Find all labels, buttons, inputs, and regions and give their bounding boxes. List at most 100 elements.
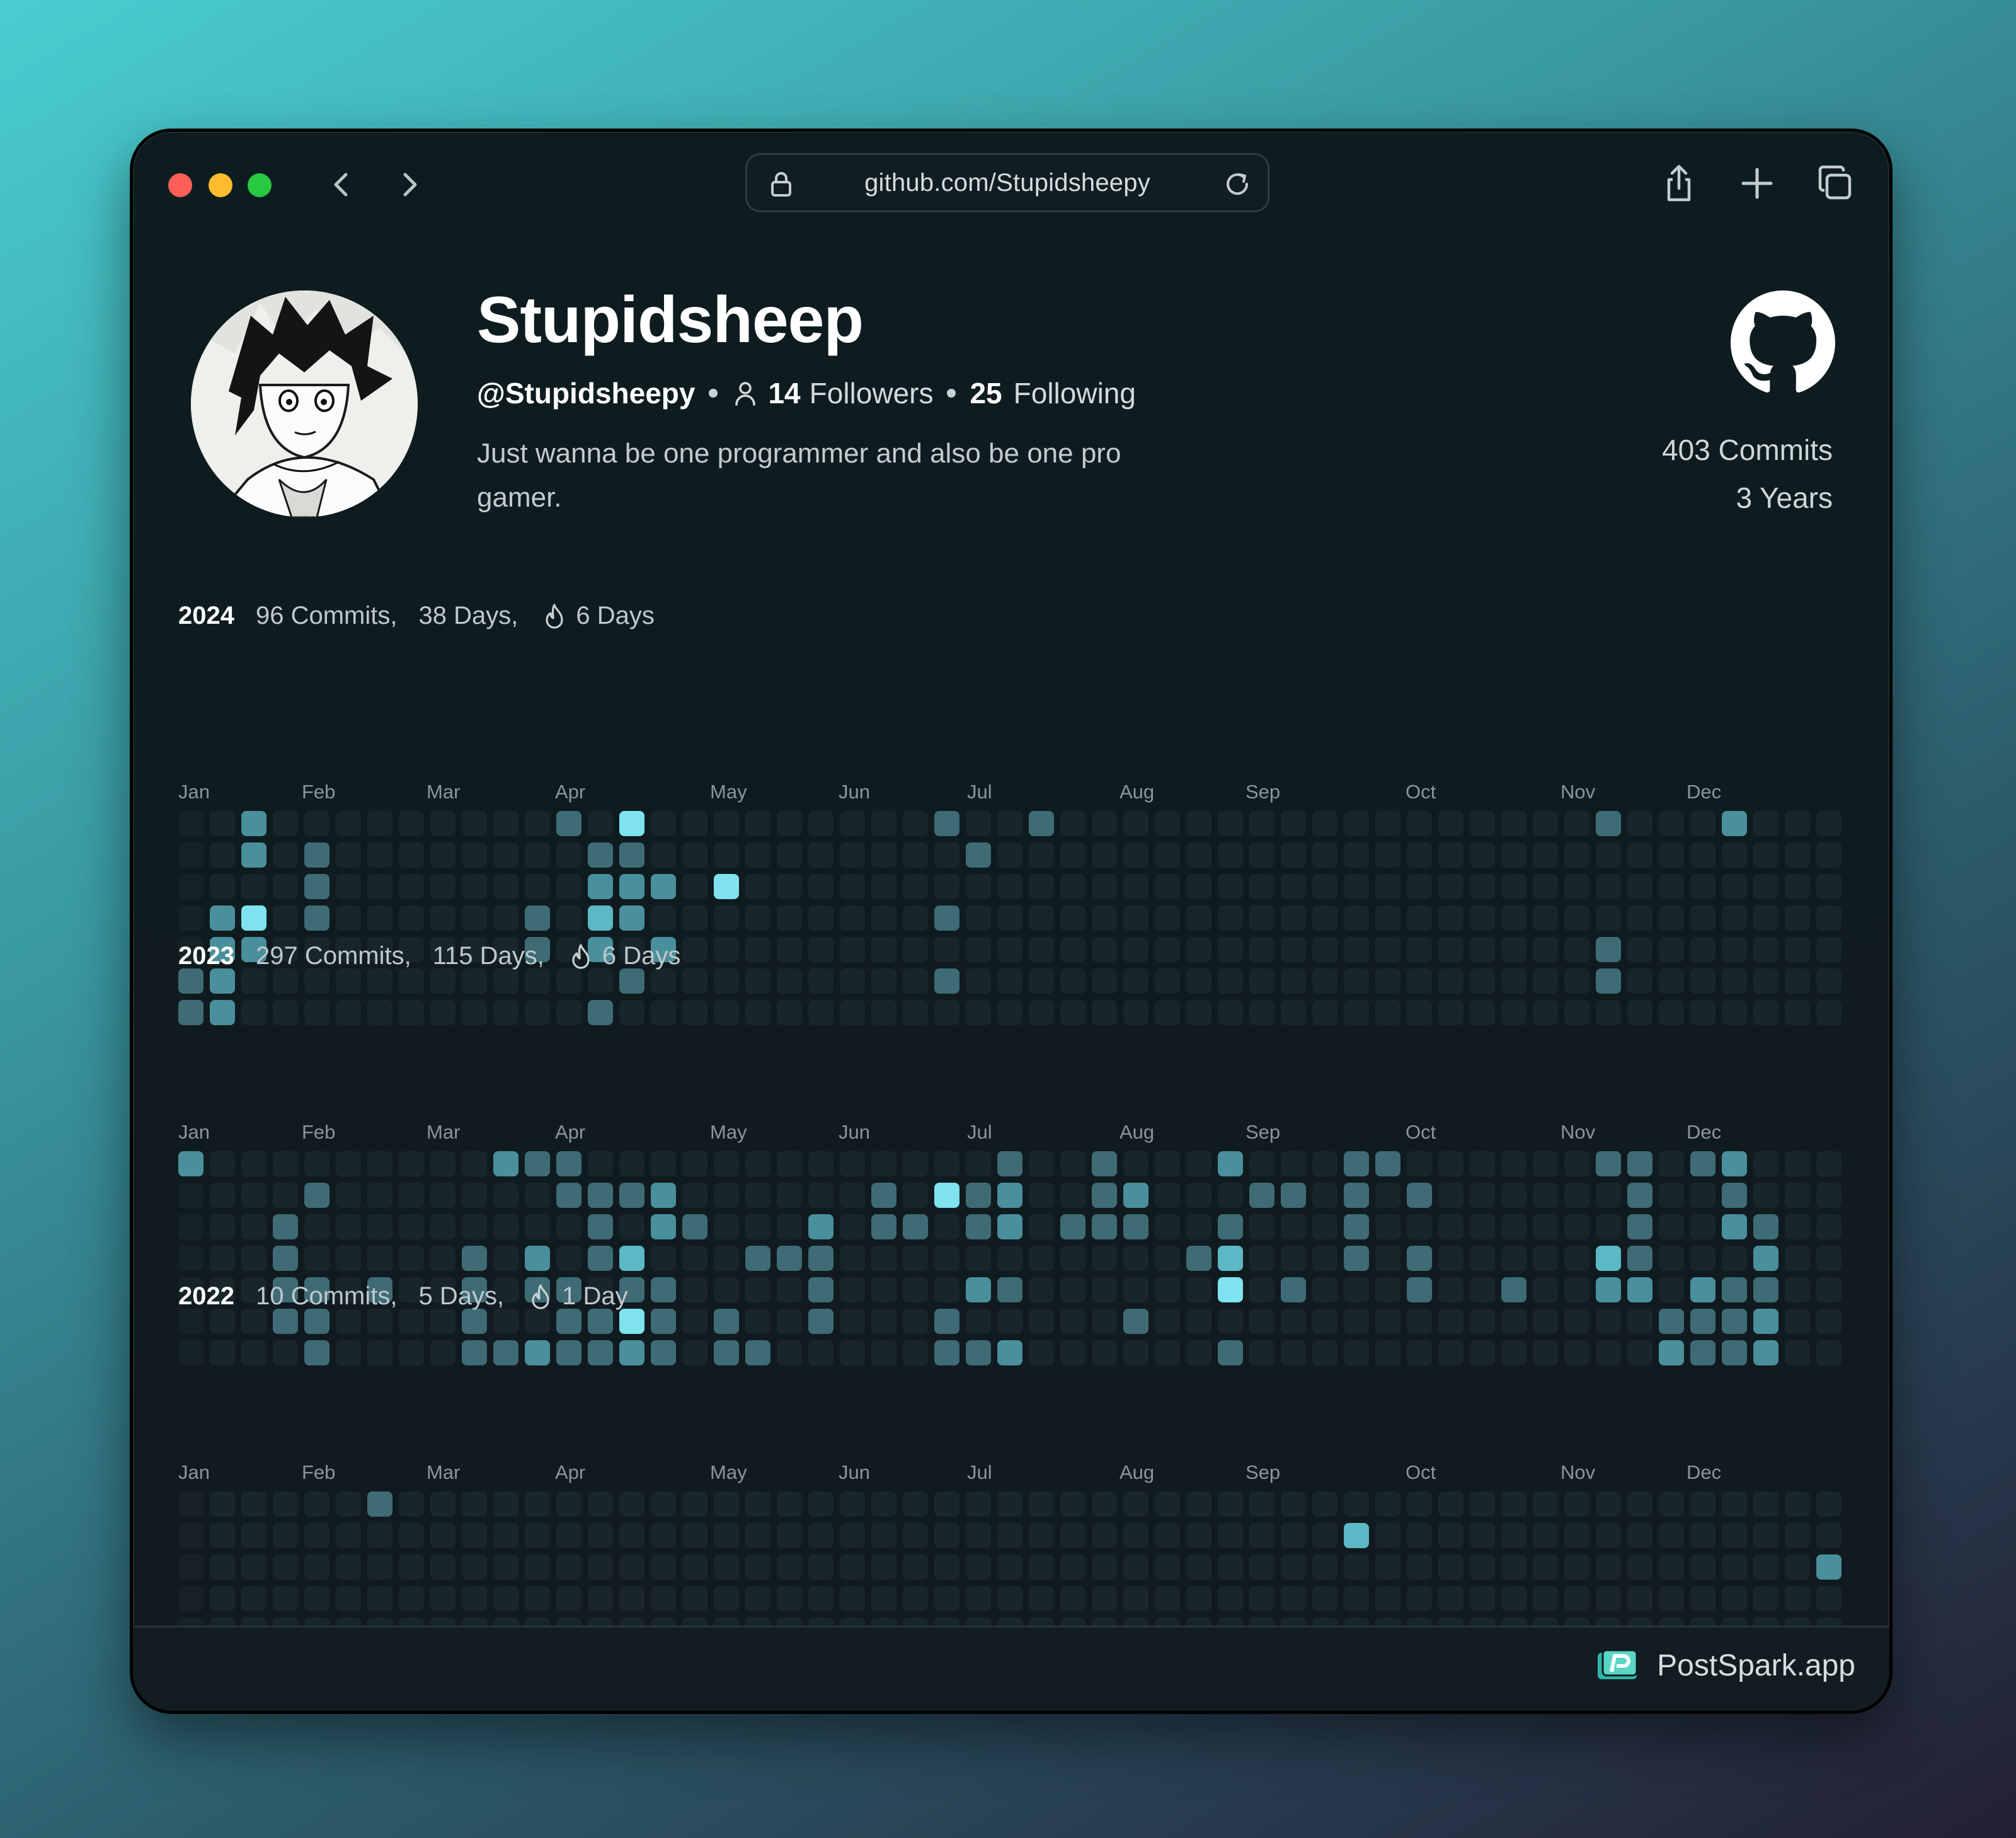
contribution-day[interactable] <box>556 968 581 994</box>
contribution-day[interactable] <box>1564 968 1589 994</box>
contribution-day[interactable] <box>1659 1277 1684 1302</box>
contribution-day[interactable] <box>1627 1523 1652 1548</box>
contribution-day[interactable] <box>1627 1183 1652 1208</box>
contribution-day[interactable] <box>1029 1183 1054 1208</box>
contribution-day[interactable] <box>1375 1183 1400 1208</box>
contribution-day[interactable] <box>997 1554 1022 1580</box>
contribution-day[interactable] <box>1123 1309 1148 1334</box>
contribution-day[interactable] <box>808 1586 833 1611</box>
contribution-day[interactable] <box>1060 1246 1085 1271</box>
contribution-day[interactable] <box>399 1586 424 1611</box>
contribution-day[interactable] <box>745 1309 770 1334</box>
contribution-day[interactable] <box>1407 1586 1432 1611</box>
contribution-day[interactable] <box>1533 1554 1558 1580</box>
contribution-day[interactable] <box>1564 937 1589 962</box>
contribution-day[interactable] <box>903 1000 928 1025</box>
contribution-day[interactable] <box>1281 1491 1306 1517</box>
contribution-day[interactable] <box>1281 1554 1306 1580</box>
contribution-day[interactable] <box>1123 1214 1148 1239</box>
contribution-day[interactable] <box>1659 1183 1684 1208</box>
contribution-day[interactable] <box>1155 1000 1180 1025</box>
contribution-day[interactable] <box>241 1000 266 1025</box>
contribution-day[interactable] <box>399 811 424 836</box>
contribution-day[interactable] <box>273 1183 298 1208</box>
contribution-day[interactable] <box>304 1554 329 1580</box>
contribution-day[interactable] <box>1186 1309 1211 1334</box>
contribution-day[interactable] <box>682 1491 707 1517</box>
contribution-day[interactable] <box>1249 968 1274 994</box>
contribution-day[interactable] <box>556 1586 581 1611</box>
contribution-day[interactable] <box>556 1554 581 1580</box>
share-button[interactable] <box>1656 161 1702 206</box>
contribution-day[interactable] <box>1438 1151 1463 1176</box>
contribution-day[interactable] <box>966 905 991 931</box>
contribution-day[interactable] <box>1029 1277 1054 1302</box>
reload-icon[interactable] <box>1220 166 1255 202</box>
contribution-day[interactable] <box>1564 874 1589 899</box>
contribution-day[interactable] <box>1344 1000 1369 1025</box>
contribution-day[interactable] <box>525 1586 550 1611</box>
contribution-day[interactable] <box>1092 811 1117 836</box>
contribution-day[interactable] <box>1375 968 1400 994</box>
contribution-day[interactable] <box>1627 1151 1652 1176</box>
contribution-day[interactable] <box>399 1151 424 1176</box>
contribution-day[interactable] <box>493 1183 518 1208</box>
contribution-day[interactable] <box>903 937 928 962</box>
contribution-day[interactable] <box>304 1523 329 1548</box>
contribution-day[interactable] <box>966 1000 991 1025</box>
contribution-day[interactable] <box>588 1214 613 1239</box>
contribution-day[interactable] <box>871 1183 896 1208</box>
contribution-day[interactable] <box>997 1309 1022 1334</box>
contribution-day[interactable] <box>1533 1000 1558 1025</box>
contribution-day[interactable] <box>241 1523 266 1548</box>
contribution-day[interactable] <box>556 874 581 899</box>
contribution-day[interactable] <box>777 1214 802 1239</box>
contribution-day[interactable] <box>210 842 235 868</box>
contribution-day[interactable] <box>493 968 518 994</box>
contribution-day[interactable] <box>1218 1277 1243 1302</box>
contribution-day[interactable] <box>903 1183 928 1208</box>
contribution-day[interactable] <box>1218 874 1243 899</box>
contribution-day[interactable] <box>1564 905 1589 931</box>
contribution-day[interactable] <box>336 1183 361 1208</box>
contribution-day[interactable] <box>525 842 550 868</box>
contribution-day[interactable] <box>588 874 613 899</box>
contribution-day[interactable] <box>588 811 613 836</box>
contribution-day[interactable] <box>808 1491 833 1517</box>
contribution-day[interactable] <box>714 905 739 931</box>
contribution-day[interactable] <box>1344 1554 1369 1580</box>
contribution-day[interactable] <box>808 1309 833 1334</box>
contribution-day[interactable] <box>619 1309 644 1334</box>
contribution-day[interactable] <box>273 1523 298 1548</box>
contribution-day[interactable] <box>1249 842 1274 868</box>
contribution-day[interactable] <box>997 874 1022 899</box>
contribution-day[interactable] <box>1249 1183 1274 1208</box>
contribution-day[interactable] <box>1816 842 1841 868</box>
contribution-day[interactable] <box>840 968 865 994</box>
contribution-day[interactable] <box>682 1277 707 1302</box>
new-tab-button[interactable] <box>1734 161 1780 206</box>
contribution-day[interactable] <box>493 1523 518 1548</box>
contribution-day[interactable] <box>840 811 865 836</box>
contribution-day[interactable] <box>210 1491 235 1517</box>
contribution-day[interactable] <box>1722 1340 1747 1365</box>
contribution-day[interactable] <box>1060 1277 1085 1302</box>
contribution-day[interactable] <box>336 1523 361 1548</box>
contribution-day[interactable] <box>1218 1214 1243 1239</box>
contribution-day[interactable] <box>1564 1183 1589 1208</box>
contribution-day[interactable] <box>871 1554 896 1580</box>
contribution-day[interactable] <box>1249 1491 1274 1517</box>
contribution-day[interactable] <box>493 1554 518 1580</box>
contribution-day[interactable] <box>1753 1000 1778 1025</box>
contribution-day[interactable] <box>1753 1151 1778 1176</box>
contribution-day[interactable] <box>1470 842 1495 868</box>
contribution-day[interactable] <box>1816 1151 1841 1176</box>
contribution-day[interactable] <box>808 937 833 962</box>
contribution-day[interactable] <box>399 1246 424 1271</box>
contribution-day[interactable] <box>1123 1586 1148 1611</box>
contribution-day[interactable] <box>1375 905 1400 931</box>
contribution-day[interactable] <box>1816 874 1841 899</box>
contribution-day[interactable] <box>493 1214 518 1239</box>
contribution-day[interactable] <box>1281 905 1306 931</box>
contribution-day[interactable] <box>1218 811 1243 836</box>
